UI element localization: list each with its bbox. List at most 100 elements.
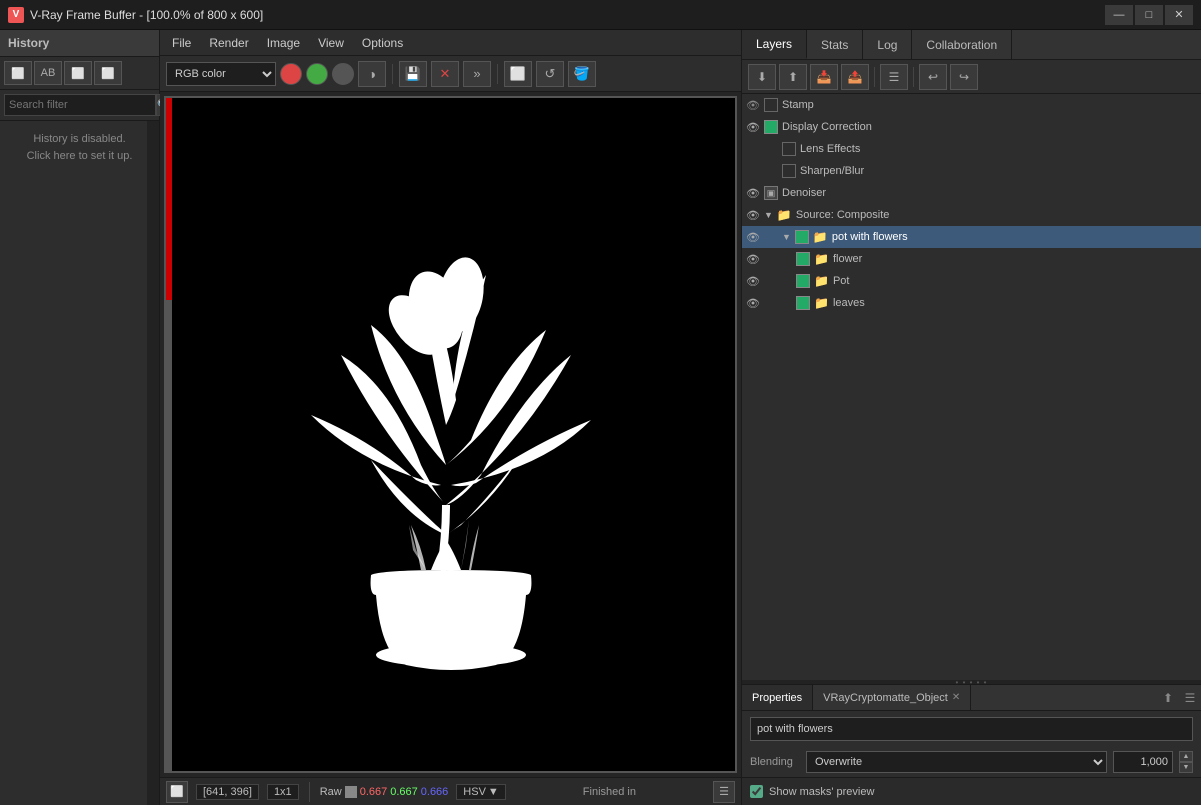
layer-item-leaves[interactable]: 👁 📁 leaves <box>742 292 1201 314</box>
status-coords: [641, 396] <box>196 784 259 800</box>
search-input[interactable] <box>4 94 156 116</box>
main-container: History ⬜ AB ⬜ ⬜ 🔍 ▼ History is disabled… <box>0 30 1201 805</box>
layer-item-display-correction[interactable]: 👁 Display Correction <box>742 116 1201 138</box>
channel-green-btn[interactable] <box>306 63 328 85</box>
show-masks-checkbox[interactable] <box>750 785 763 798</box>
checkbox-lens-effects[interactable] <box>782 142 796 156</box>
channel-alpha-btn[interactable]: ◑ <box>358 61 386 87</box>
checkbox-sharpen-blur[interactable] <box>782 164 796 178</box>
blending-select[interactable]: Overwrite Normal Add Multiply Screen <box>806 751 1107 773</box>
close-button[interactable]: ✕ <box>1165 5 1193 25</box>
history-save-btn[interactable]: ⬜ <box>4 61 32 85</box>
layer-import-btn[interactable]: 📥 <box>810 64 838 90</box>
menu-file[interactable]: File <box>164 32 199 54</box>
layer-move-down-btn[interactable]: ⬇ <box>748 64 776 90</box>
checkbox-stamp[interactable] <box>764 98 778 112</box>
center-panel: File Render Image View Options RGB color… <box>160 30 741 805</box>
menu-render[interactable]: Render <box>201 32 256 54</box>
save-image-btn[interactable]: 💾 <box>399 61 427 87</box>
layer-menu-btn[interactable]: ☰ <box>880 64 908 90</box>
status-left-btn[interactable]: ⬜ <box>166 781 188 803</box>
checkbox-pot-sub[interactable] <box>796 274 810 288</box>
layer-name-sharpen-blur: Sharpen/Blur <box>800 165 1197 177</box>
eye-pot-with-flowers[interactable]: 👁 <box>746 231 760 244</box>
blend-spinner: ▲ ▼ <box>1179 751 1193 773</box>
arrow-source-composite[interactable]: ▼ <box>764 210 773 220</box>
prop-name-field <box>742 711 1201 747</box>
checkbox-pot-with-flowers[interactable] <box>795 230 809 244</box>
channel-red-btn[interactable] <box>280 63 302 85</box>
history-text-btn[interactable]: AB <box>34 61 62 85</box>
history-extra-btn[interactable]: ⬜ <box>94 61 122 85</box>
layer-undo-btn[interactable]: ↩ <box>919 64 947 90</box>
eye-flower[interactable]: 👁 <box>746 253 760 266</box>
arrow-pot-with-flowers[interactable]: ▼ <box>782 232 791 242</box>
checkbox-flower[interactable] <box>796 252 810 266</box>
viewport[interactable] <box>164 96 737 773</box>
layer-move-up-btn[interactable]: ⬆ <box>779 64 807 90</box>
menu-view[interactable]: View <box>310 32 352 54</box>
folder-icon-source-composite: 📁 <box>777 208 792 222</box>
blend-spin-up[interactable]: ▲ <box>1179 751 1193 762</box>
layer-item-sharpen-blur[interactable]: Sharpen/Blur <box>742 160 1201 182</box>
window-title: V-Ray Frame Buffer - [100.0% of 800 x 60… <box>30 8 263 22</box>
prop-blending-row: Blending Overwrite Normal Add Multiply S… <box>742 747 1201 777</box>
tab-layers[interactable]: Layers <box>742 30 807 59</box>
maximize-button[interactable]: □ <box>1135 5 1163 25</box>
checkbox-leaves[interactable] <box>796 296 810 310</box>
prop-menu-btn[interactable]: ☰ <box>1179 687 1201 709</box>
tab-properties[interactable]: Properties <box>742 685 813 710</box>
layer-redo-btn[interactable]: ↪ <box>950 64 978 90</box>
eye-stamp[interactable]: 👁 <box>746 99 760 112</box>
menu-options[interactable]: Options <box>354 32 411 54</box>
layer-item-stamp[interactable]: 👁 Stamp <box>742 94 1201 116</box>
status-right-btn[interactable]: ☰ <box>713 781 735 803</box>
minimize-button[interactable]: — <box>1105 5 1133 25</box>
color-mode-select[interactable]: RGB color Alpha Luminance Normal Map <box>166 62 276 86</box>
layer-item-flower[interactable]: 👁 📁 flower <box>742 248 1201 270</box>
tab-cryptomatte-close[interactable]: ✕ <box>952 692 960 703</box>
checkbox-display-correction[interactable] <box>764 120 778 134</box>
layer-item-pot-with-flowers[interactable]: 👁 ▼ 📁 pot with flowers <box>742 226 1201 248</box>
layer-name-denoiser: Denoiser <box>782 187 1197 199</box>
layer-item-source-composite[interactable]: 👁 ▼ 📁 Source: Composite <box>742 204 1201 226</box>
properties-tabs: Properties VRayCryptomatte_Object ✕ ⬆ ☰ <box>742 685 1201 711</box>
blend-amount-input[interactable] <box>1113 751 1173 773</box>
eye-source-composite[interactable]: 👁 <box>746 209 760 222</box>
rotate-btn[interactable]: ↺ <box>536 61 564 87</box>
bucket-btn[interactable]: 🪣 <box>568 61 596 87</box>
eye-denoiser[interactable]: 👁 <box>746 187 760 200</box>
tab-collaboration[interactable]: Collaboration <box>912 30 1012 59</box>
eye-pot[interactable]: 👁 <box>746 275 760 288</box>
status-zoom: 1x1 <box>267 784 299 800</box>
status-sep-1 <box>309 782 310 802</box>
blend-spin-down[interactable]: ▼ <box>1179 762 1193 773</box>
tab-stats[interactable]: Stats <box>807 30 863 59</box>
layer-item-lens-effects[interactable]: Lens Effects <box>742 138 1201 160</box>
history-img-btn[interactable]: ⬜ <box>64 61 92 85</box>
eye-leaves[interactable]: 👁 <box>746 297 760 310</box>
layer-item-denoiser[interactable]: 👁 ▣ Denoiser <box>742 182 1201 204</box>
toolbar-sep-2 <box>497 64 498 84</box>
tab-cryptomatte[interactable]: VRayCryptomatte_Object ✕ <box>813 685 971 710</box>
more-tools-btn[interactable]: » <box>463 61 491 87</box>
status-val-g: 0.667 <box>390 786 418 798</box>
layer-export-btn[interactable]: 📤 <box>841 64 869 90</box>
status-val-r: 0.667 <box>360 786 388 798</box>
show-masks-label: Show masks' preview <box>769 786 874 798</box>
history-header: History <box>0 30 159 57</box>
layer-item-pot[interactable]: 👁 📁 Pot <box>742 270 1201 292</box>
frame-btn[interactable]: ⬜ <box>504 61 532 87</box>
history-scrollbar[interactable] <box>147 121 159 805</box>
prop-expand-btn[interactable]: ⬆ <box>1157 687 1179 709</box>
status-bar: ⬜ [641, 396] 1x1 Raw 0.667 0.667 0.666 H… <box>160 777 741 805</box>
menu-image[interactable]: Image <box>259 32 308 54</box>
history-disabled-message[interactable]: History is disabled. Click here to set i… <box>0 121 159 174</box>
history-panel: History ⬜ AB ⬜ ⬜ 🔍 ▼ History is disabled… <box>0 30 160 805</box>
tab-log[interactable]: Log <box>863 30 912 59</box>
prop-layer-name-input[interactable] <box>750 717 1193 741</box>
close-image-btn[interactable]: ✕ <box>431 61 459 87</box>
channel-blue-btn[interactable] <box>332 63 354 85</box>
status-hsv[interactable]: HSV ▼ <box>456 784 506 800</box>
eye-display-correction[interactable]: 👁 <box>746 121 760 134</box>
